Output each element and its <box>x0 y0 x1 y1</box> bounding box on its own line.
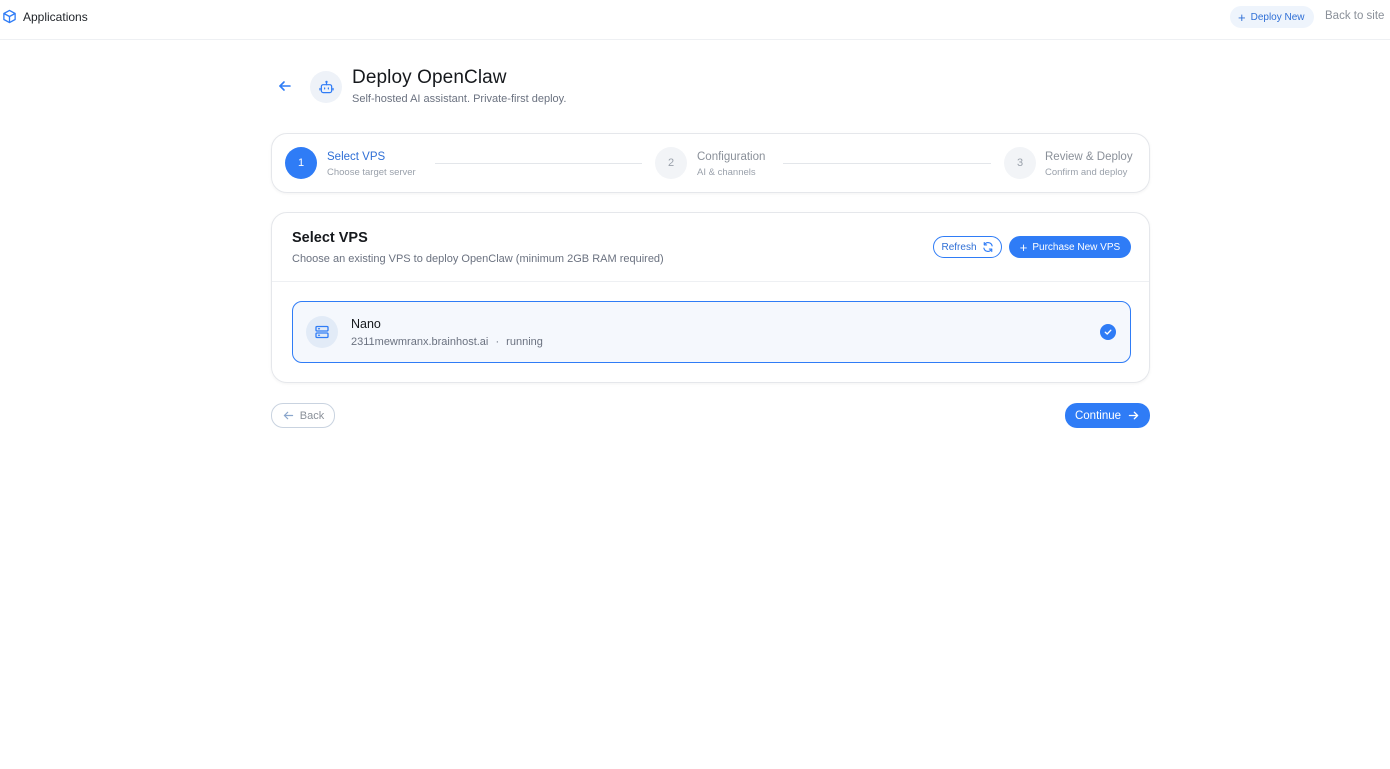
refresh-button[interactable]: Refresh <box>933 236 1002 258</box>
arrow-left-icon <box>283 411 293 420</box>
meta-separator: · <box>495 336 500 348</box>
arrow-left-icon[interactable] <box>276 77 294 95</box>
step-1-description: Choose target server <box>327 167 416 178</box>
step-2-number: 2 <box>655 147 687 179</box>
purchase-new-vps-button[interactable]: + Purchase New VPS <box>1009 236 1131 258</box>
continue-label: Continue <box>1074 409 1122 422</box>
vps-host: 2311mewmranx.brainhost.ai <box>351 336 489 348</box>
brand-label: Applications <box>23 9 88 24</box>
back-button[interactable]: Back <box>271 403 335 428</box>
card-title: Select VPS <box>292 230 368 246</box>
robot-icon <box>318 80 334 93</box>
page-subtitle: Self-hosted AI assistant. Private-first … <box>352 93 567 105</box>
page-title: Deploy OpenClaw <box>352 67 507 88</box>
deploy-new-button[interactable]: + Deploy New <box>1230 6 1314 28</box>
check-circle-icon <box>1100 324 1116 340</box>
plus-icon: + <box>1238 9 1246 25</box>
back-label: Back <box>299 409 325 422</box>
app-avatar <box>310 71 342 103</box>
step-3-number: 3 <box>1004 147 1036 179</box>
vps-name: Nano <box>351 317 381 331</box>
top-bar: Applications + Deploy New Back to site <box>0 0 1390 40</box>
step-2-title: Configuration <box>697 151 766 163</box>
deploy-stepper: 1 Select VPS Choose target server 2 Conf… <box>271 133 1150 193</box>
server-icon <box>306 316 338 348</box>
continue-button[interactable]: Continue <box>1065 403 1150 428</box>
brand[interactable]: Applications <box>2 9 88 24</box>
step-3-title: Review & Deploy <box>1045 151 1133 163</box>
step-3-description: Confirm and deploy <box>1045 167 1128 178</box>
step-1-number: 1 <box>285 147 317 179</box>
vps-meta: 2311mewmranx.brainhost.ai · running <box>351 336 543 348</box>
step-1-title: Select VPS <box>327 151 386 163</box>
step-connector <box>783 163 991 164</box>
plus-icon: + <box>1019 239 1028 255</box>
select-vps-card: Select VPS Choose an existing VPS to dep… <box>271 212 1150 383</box>
card-description: Choose an existing VPS to deploy OpenCla… <box>292 253 664 265</box>
deploy-new-label: Deploy New <box>1250 11 1305 23</box>
arrow-right-icon <box>1128 411 1139 420</box>
card-header: Select VPS Choose an existing VPS to dep… <box>272 213 1149 282</box>
step-2-description: AI & channels <box>697 167 756 178</box>
vps-status: running <box>506 336 543 348</box>
refresh-icon <box>982 241 993 253</box>
back-to-site-link[interactable]: Back to site <box>1325 10 1384 22</box>
purchase-label: Purchase New VPS <box>1032 241 1121 253</box>
refresh-label: Refresh <box>941 241 977 253</box>
step-connector <box>435 163 642 164</box>
cube-icon <box>3 9 16 24</box>
vps-option-nano[interactable]: Nano 2311mewmranx.brainhost.ai · running <box>292 301 1131 363</box>
